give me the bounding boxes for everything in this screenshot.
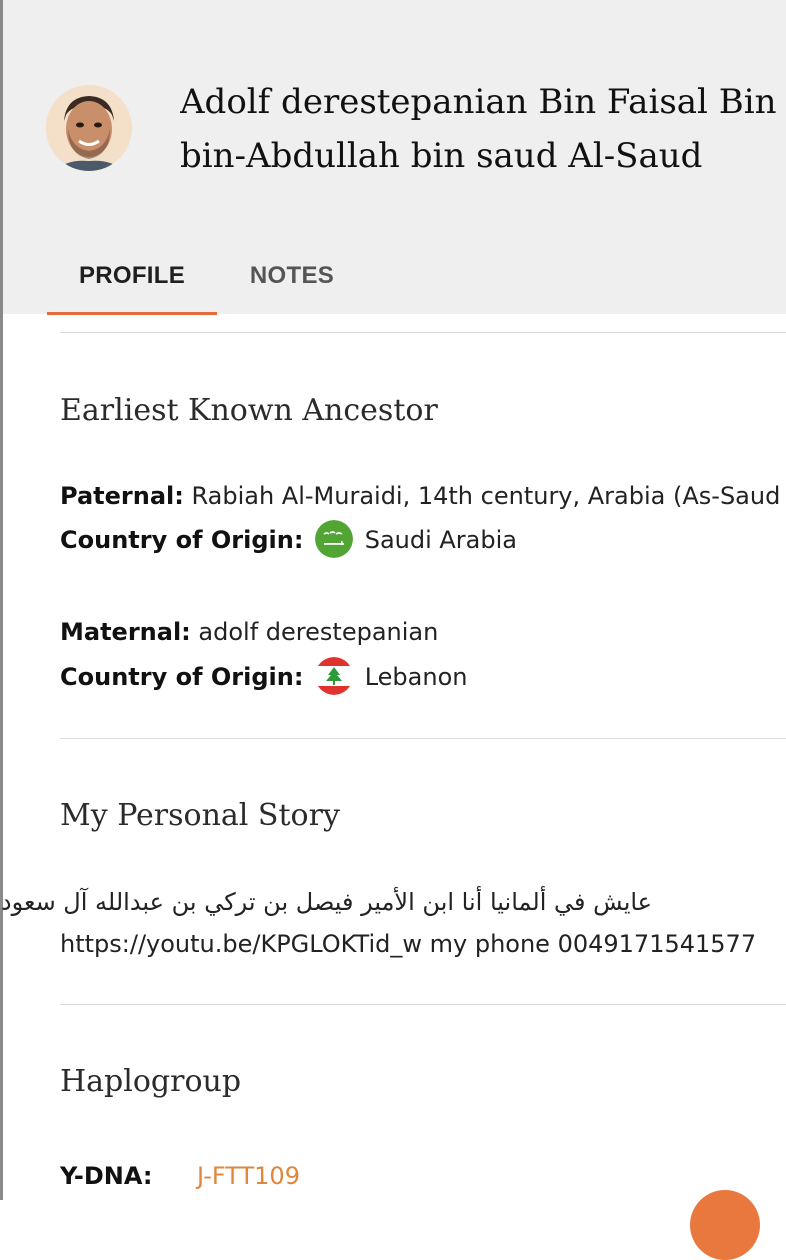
ydna-label: Y-DNA: [60,1162,153,1190]
tab-notes[interactable]: NOTES [233,250,351,312]
divider [60,1004,786,1005]
paternal-row: Paternal: Rabiah Al-Muraidi, 14th centur… [60,476,780,516]
tab-profile[interactable]: PROFILE [47,250,217,315]
lebanon-flag-icon [315,657,354,695]
ydna-value-link[interactable]: J-FTT109 [197,1156,300,1196]
ydna-row: Y-DNA: J-FTT109 [60,1156,460,1196]
personal-story-arabic: عايش في ألمانيا أنا ابن الأمير فيصل بن ت… [0,888,652,916]
divider [60,332,786,333]
profile-header: Adolf derestepanian Bin Faisal Bin bin-A… [3,0,786,315]
floating-action-button[interactable] [690,1190,760,1260]
haplogroup-title: Haplogroup [60,1064,242,1099]
profile-name-line1: Adolf derestepanian Bin Faisal Bin [180,82,777,122]
profile-name: Adolf derestepanian Bin Faisal Bin bin-A… [180,75,786,183]
country-label: Country of Origin: [60,663,304,691]
maternal-value: adolf derestepanian [198,618,439,646]
paternal-country-row: Country of Origin: Saudi Arabia [60,520,517,560]
earliest-ancestor-title: Earliest Known Ancestor [60,393,438,428]
personal-story-link[interactable]: https://youtu.be/KPGLOKTid_w my phone 00… [60,930,756,958]
saudi-arabia-flag-icon [315,520,354,558]
paternal-value: Rabiah Al-Muraidi, 14th century, Arabia … [191,482,781,510]
maternal-row: Maternal: adolf derestepanian [60,612,438,652]
personal-story-title: My Personal Story [60,798,340,833]
maternal-label: Maternal: [60,618,191,646]
maternal-country: Lebanon [364,663,468,691]
paternal-label: Paternal: [60,482,184,510]
maternal-country-row: Country of Origin: Lebanon [60,657,467,697]
profile-name-line2: bin-Abdullah bin saud Al-Saud [180,136,703,176]
avatar[interactable] [46,85,132,171]
divider [60,738,786,739]
country-label: Country of Origin: [60,526,304,554]
paternal-country: Saudi Arabia [364,526,517,554]
